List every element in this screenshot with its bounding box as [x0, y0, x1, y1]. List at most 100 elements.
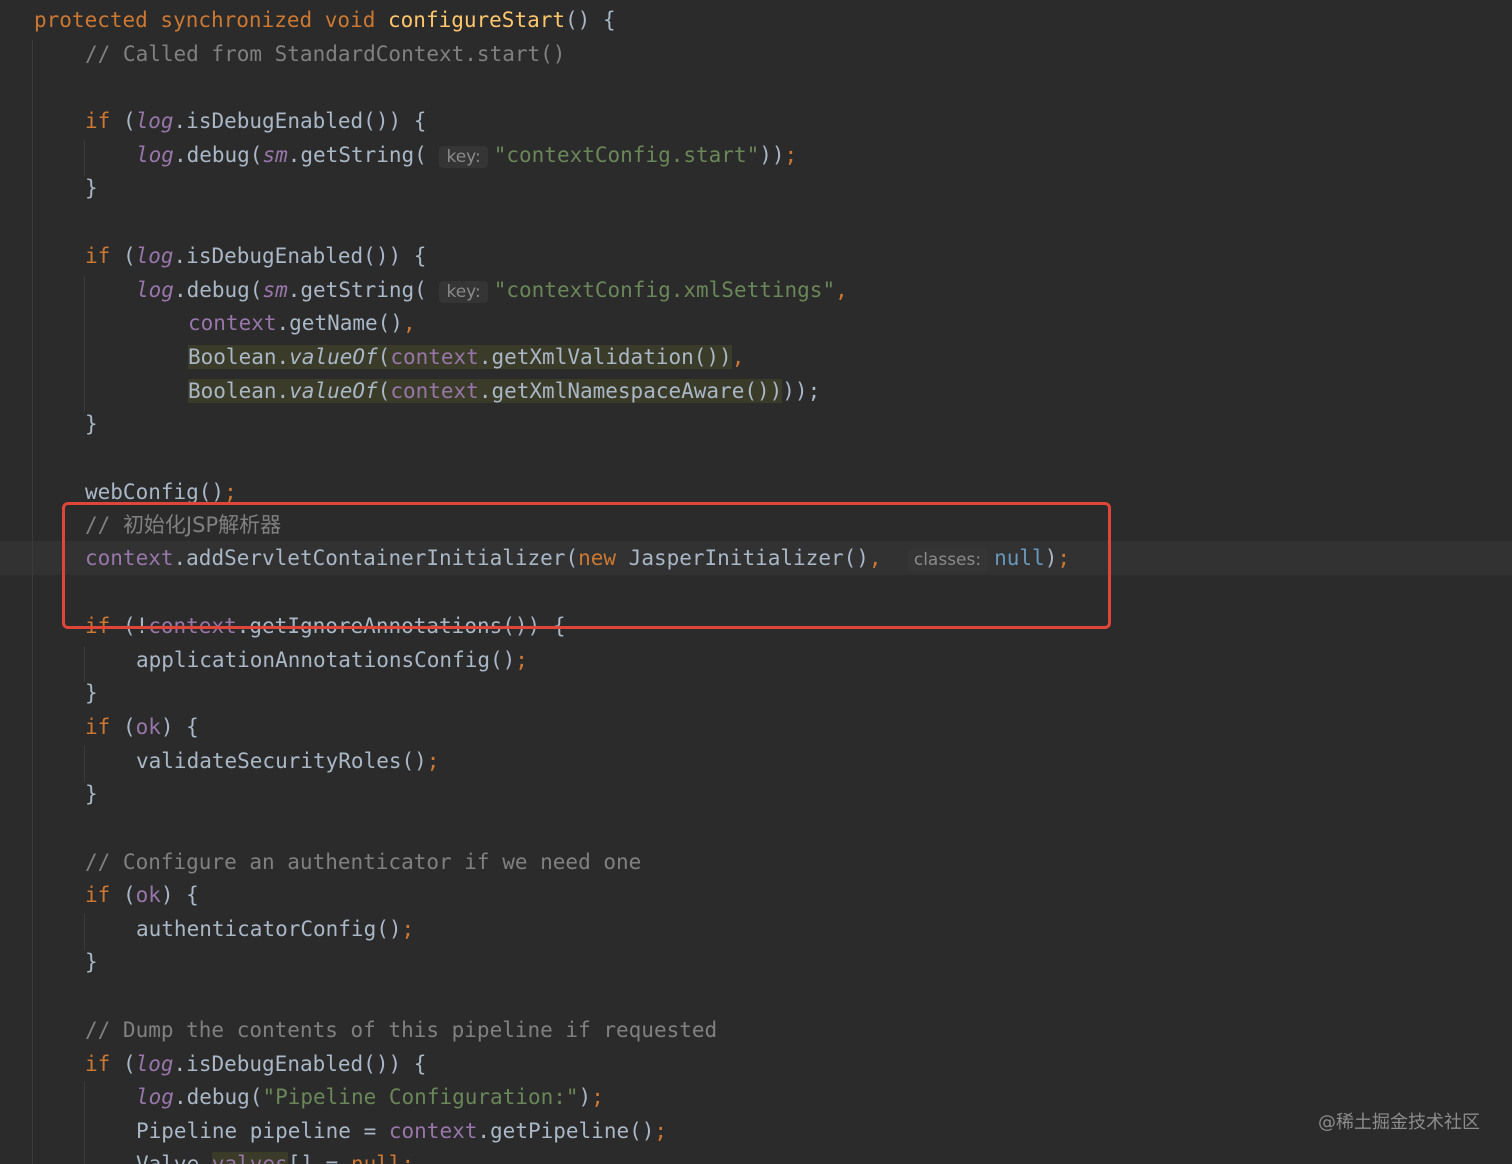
code-text: .isDebugEnabled()) { — [173, 244, 427, 268]
code-text: ( — [110, 1052, 136, 1076]
indent-guide — [84, 276, 85, 412]
static-field: log — [136, 278, 174, 302]
method-name: configureStart — [388, 8, 566, 32]
code-text: ( — [110, 715, 136, 739]
code-line[interactable]: } — [85, 407, 98, 441]
comma: , — [402, 311, 416, 335]
code-text: .getPipeline() — [477, 1119, 655, 1143]
code-text: )) — [759, 143, 785, 167]
code-text: [] = — [287, 1152, 351, 1164]
code-text: .getString( — [287, 278, 427, 302]
semicolon: ; — [426, 749, 440, 773]
static-field: log — [135, 109, 174, 133]
code-text: ( — [377, 379, 391, 403]
code-text: ) { — [160, 883, 199, 907]
code-text: authenticatorConfig() — [136, 917, 402, 941]
keyword: if — [85, 244, 111, 268]
code-text: Valve — [136, 1152, 212, 1164]
code-line[interactable]: applicationAnnotationsConfig(); — [136, 643, 528, 677]
field-reference: ok — [135, 715, 161, 739]
static-field: log — [136, 143, 174, 167]
code-text: .isDebugEnabled()) { — [173, 109, 427, 133]
code-text: } — [85, 681, 98, 705]
code-text: .debug( — [173, 1085, 263, 1109]
parameter-hint: key: — [439, 281, 488, 303]
indent-guide — [84, 1082, 85, 1164]
parameter-hint: key: — [439, 146, 488, 168]
code-text: } — [85, 782, 98, 806]
code-line[interactable]: if (ok) { — [85, 710, 199, 744]
code-line[interactable]: if (ok) { — [85, 878, 199, 912]
keyword: if — [85, 109, 111, 133]
code-line[interactable]: } — [85, 171, 98, 205]
string-literal: "contextConfig.start" — [493, 143, 760, 167]
keyword: if — [85, 883, 111, 907]
semicolon: ; — [784, 143, 798, 167]
field-reference: context — [390, 345, 479, 369]
code-line[interactable]: validateSecurityRoles(); — [136, 744, 439, 778]
code-line[interactable]: Valve valves[] = null; — [136, 1147, 414, 1164]
field-reference: context — [188, 311, 277, 335]
code-text: .debug( — [173, 278, 263, 302]
code-text: Pipeline pipeline = — [136, 1119, 389, 1143]
code-text: ( — [110, 883, 136, 907]
code-comment: // Configure an authenticator if we need… — [85, 850, 642, 874]
code-line[interactable]: protected synchronized void configureSta… — [34, 3, 616, 37]
code-text: } — [85, 412, 98, 436]
code-line[interactable]: // Dump the contents of this pipeline if… — [85, 1013, 717, 1047]
field-reference: context — [390, 379, 479, 403]
keyword: if — [85, 1052, 111, 1076]
annotation-highlight-box — [62, 502, 1111, 629]
code-text: Boolean. — [188, 379, 290, 403]
code-line[interactable]: if (log.isDebugEnabled()) { — [85, 1047, 426, 1081]
code-line[interactable]: // Called from StandardContext.start() — [85, 37, 565, 71]
static-field: log — [135, 1052, 174, 1076]
static-field: sm — [262, 278, 288, 302]
code-text: .getString( — [287, 143, 427, 167]
field-reference: ok — [135, 883, 161, 907]
comma: , — [731, 345, 745, 369]
code-text: ) { — [160, 715, 199, 739]
code-line[interactable]: context.getName(), — [188, 306, 416, 340]
code-text: } — [85, 950, 98, 974]
semicolon: ; — [401, 1152, 415, 1164]
semicolon: ; — [591, 1085, 604, 1109]
static-field: sm — [262, 143, 288, 167]
code-line[interactable]: if (log.isDebugEnabled()) { — [85, 104, 426, 138]
code-line[interactable]: log.debug(sm.getString( key: "contextConf… — [136, 138, 797, 172]
code-text: webConfig() — [85, 480, 225, 504]
code-line[interactable]: Pipeline pipeline = context.getPipeline(… — [136, 1114, 667, 1148]
code-text: Boolean. — [188, 345, 290, 369]
code-editor[interactable]: protected synchronized void configureSta… — [0, 0, 1512, 1164]
code-text: ) — [578, 1085, 592, 1109]
static-method: valueOf — [289, 379, 378, 403]
keyword: null — [350, 1152, 402, 1164]
code-line[interactable]: } — [85, 777, 98, 811]
code-line[interactable]: Boolean.valueOf(context.getXmlNamespaceA… — [188, 374, 820, 408]
code-line[interactable]: log.debug("Pipeline Configuration:"); — [136, 1080, 604, 1114]
static-method: valueOf — [289, 345, 378, 369]
semicolon: ; — [654, 1119, 668, 1143]
indent-guide — [32, 40, 33, 1164]
code-text: .isDebugEnabled()) { — [173, 1052, 427, 1076]
local-variable: valves — [211, 1152, 288, 1164]
code-text: applicationAnnotationsConfig() — [136, 648, 516, 672]
code-text: ( — [377, 345, 391, 369]
code-line[interactable]: if (log.isDebugEnabled()) { — [85, 239, 426, 273]
code-line[interactable]: authenticatorConfig(); — [136, 912, 414, 946]
code-text: ( — [110, 244, 136, 268]
keyword: if — [85, 715, 111, 739]
code-line[interactable]: } — [85, 945, 98, 979]
code-line[interactable]: log.debug(sm.getString( key: "contextConf… — [136, 273, 848, 307]
semicolon: ; — [224, 480, 237, 504]
code-comment: // Dump the contents of this pipeline if… — [85, 1018, 718, 1042]
string-literal: "Pipeline Configuration:" — [262, 1085, 579, 1109]
code-text: .getXmlValidation()) — [478, 345, 732, 369]
code-line[interactable]: // Configure an authenticator if we need… — [85, 845, 641, 879]
watermark: @稀土掘金技术社区 — [1318, 1112, 1480, 1133]
code-text: } — [85, 176, 98, 200]
code-text: validateSecurityRoles() — [136, 749, 427, 773]
code-line[interactable]: } — [85, 676, 98, 710]
comma: , — [835, 278, 848, 302]
code-line[interactable]: Boolean.valueOf(context.getXmlValidation… — [188, 340, 744, 374]
